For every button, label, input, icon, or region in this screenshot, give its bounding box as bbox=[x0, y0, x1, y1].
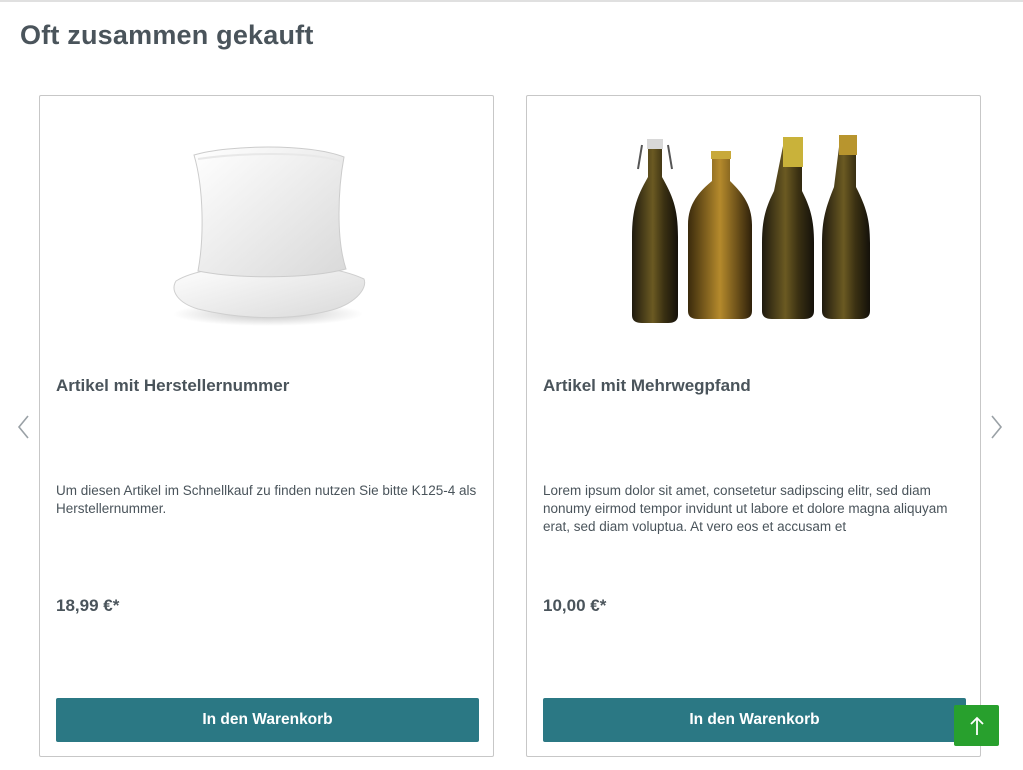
arrow-up-icon bbox=[969, 716, 984, 735]
slider-prev-button[interactable] bbox=[15, 412, 33, 442]
product-image[interactable] bbox=[40, 114, 495, 344]
scroll-to-top-button[interactable] bbox=[954, 705, 999, 746]
product-description: Um diesen Artikel im Schnellkauf zu find… bbox=[56, 483, 477, 516]
pillow-image bbox=[172, 146, 365, 326]
chevron-left-icon bbox=[17, 415, 29, 439]
product-description: Lorem ipsum dolor sit amet, consetetur s… bbox=[543, 483, 948, 534]
section-title: Oft zusammen gekauft bbox=[20, 20, 314, 50]
slider-next-button[interactable] bbox=[988, 412, 1006, 442]
top-divider bbox=[0, 0, 1023, 2]
product-image[interactable] bbox=[527, 114, 982, 344]
product-card: Artikel mit Herstellernummer Um diesen A… bbox=[39, 95, 494, 757]
product-name[interactable]: Artikel mit Herstellernummer bbox=[56, 376, 477, 396]
add-to-cart-button[interactable]: In den Warenkorb bbox=[543, 698, 966, 742]
product-price: 10,00 €* bbox=[543, 596, 607, 615]
product-card: Artikel mit Mehrwegpfand Lorem ipsum dol… bbox=[526, 95, 981, 757]
product-name[interactable]: Artikel mit Mehrwegpfand bbox=[543, 376, 964, 396]
product-price: 18,99 €* bbox=[56, 596, 120, 615]
bottles-image bbox=[631, 135, 870, 323]
chevron-right-icon bbox=[991, 415, 1003, 439]
add-to-cart-button[interactable]: In den Warenkorb bbox=[56, 698, 479, 742]
